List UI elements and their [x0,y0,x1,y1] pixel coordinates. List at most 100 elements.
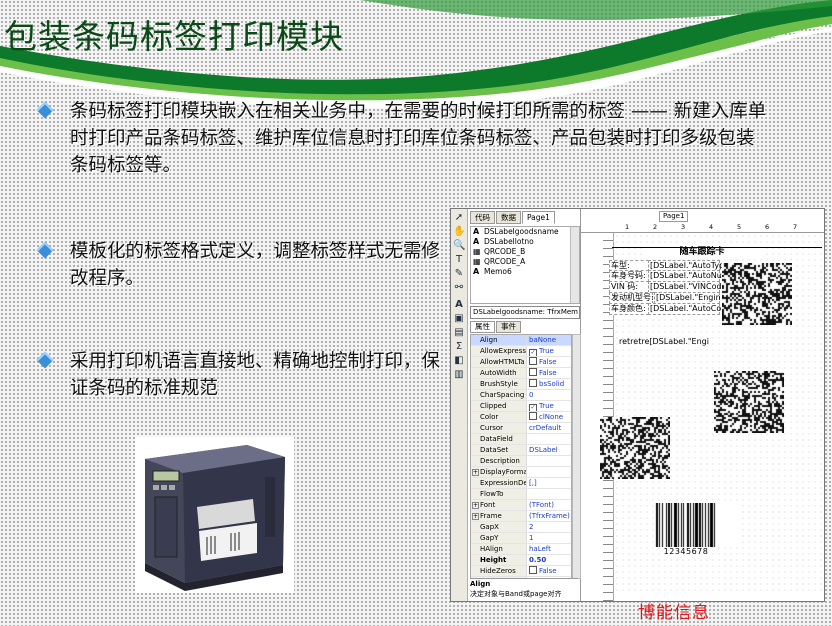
qrcode-image[interactable] [714,371,784,433]
property-value[interactable]: DSLabel [527,445,571,455]
property-value[interactable]: [,] [527,478,571,488]
property-row[interactable]: Cursor crDefault [471,423,571,434]
bullet-diamond-icon [36,351,54,369]
tree-item[interactable]: A DSLabellotno [471,237,579,247]
picture-tool-icon[interactable]: ▣ [453,313,465,325]
qrcode-image[interactable] [722,263,792,325]
tree-item[interactable]: ▦ QRCODE_A [471,257,579,267]
property-value[interactable]: 0.50 [527,555,571,565]
designer-toolbar: ➚ ✋ 🔍 T ✎ ⚯ A ▣ ▤ Σ ◧ ▥ [451,209,468,601]
property-value[interactable]: crDefault [527,423,571,433]
object-selector[interactable]: DSLabelgoodsname: TfrxMem [470,306,580,319]
bullet-diamond-icon [36,241,54,259]
property-value[interactable] [527,489,571,499]
checkbox-icon[interactable]: ✓ [529,404,537,411]
property-row[interactable]: Height 0.50 [471,555,571,566]
property-row[interactable]: + Frame (TfrxFrame) [471,511,571,522]
tab-events[interactable]: 事件 [496,321,521,333]
property-row[interactable]: ExpressionDe [,] [471,478,571,489]
bullet-text: 条码标签打印模块嵌入在相关业务中，在需要的时候打印所需的标签 —— 新建入库单时… [70,101,767,176]
expand-icon[interactable]: + [472,502,479,509]
property-name: AllowExpress [471,346,527,356]
property-name: FlowTo [471,489,527,499]
property-value[interactable]: False [527,566,571,576]
property-row[interactable]: GapX 2 [471,522,571,533]
card-border [612,247,822,248]
tree-item[interactable]: ▦ QRCODE_B [471,247,579,257]
ruler-tick-label: 5 [737,223,742,231]
checkbox-icon[interactable] [529,566,537,574]
property-row[interactable]: BrushStyle bsSolid [471,379,571,390]
property-row[interactable]: CharSpacing 0 [471,390,571,401]
property-row[interactable]: AllowExpress ✓ True [471,346,571,357]
tab-page1[interactable]: Page1 [522,211,555,224]
pointer-icon[interactable]: ➚ [453,212,465,224]
property-row[interactable]: Description [471,456,571,467]
tree-item[interactable]: A Memo6 [471,267,579,277]
sum-tool-icon[interactable]: Σ [453,341,465,353]
property-value[interactable]: False [527,368,571,378]
expand-icon[interactable]: + [472,513,479,520]
property-value[interactable]: (TfrxFrame) [527,511,571,521]
property-row[interactable]: Color clNone [471,412,571,423]
property-name: Description [471,456,527,466]
text-tool-icon[interactable]: T [453,254,465,266]
memo-field[interactable]: retretre[DSLabel."Engi [618,337,712,347]
qrcode-image[interactable] [600,417,670,479]
property-value[interactable]: ✓ True [527,401,571,411]
property-row[interactable]: FlowTo [471,489,571,500]
property-value[interactable]: bsSolid [527,379,571,389]
property-value[interactable] [527,467,571,477]
property-value[interactable]: 0 [527,390,571,400]
label-designer-window: ➚ ✋ 🔍 T ✎ ⚯ A ▣ ▤ Σ ◧ ▥ 代码 数据 Page1 A DSL… [450,208,825,602]
expand-icon[interactable]: + [472,469,479,476]
property-row[interactable]: Clipped ✓ True [471,401,571,412]
property-row[interactable]: HAlign haLeft [471,544,571,555]
zoom-icon[interactable]: 🔍 [453,240,465,252]
barcode-tool-icon[interactable]: ▥ [453,369,465,381]
property-value[interactable]: (TFont) [527,500,571,510]
bullet-text: 模板化的标签格式定义，调整标签样式无需修改程序。 [70,241,441,289]
link-icon[interactable]: ⚯ [453,282,465,294]
property-value[interactable]: False [527,357,571,367]
property-value[interactable] [527,456,571,466]
help-title: Align [470,580,491,588]
tree-item[interactable]: A DSLabelgoodsname [471,227,579,237]
property-value[interactable]: haLeft [527,544,571,554]
hand-icon[interactable]: ✋ [453,226,465,238]
property-row[interactable]: HideZeros False [471,566,571,577]
tab-data[interactable]: 数据 [496,211,521,224]
property-row[interactable]: AllowHTMLTa False [471,357,571,368]
checkbox-icon[interactable] [529,368,537,376]
memo-tool-icon[interactable]: A [453,299,465,311]
slide-title: 包装条码标签打印模块 [4,17,344,56]
field-value[interactable]: [DSLabel."AutoColor [648,303,732,315]
brush-icon[interactable]: ✎ [453,268,465,280]
property-scrollbar[interactable] [572,334,581,579]
property-row[interactable]: + Font (TFont) [471,500,571,511]
tab-properties[interactable]: 属性 [470,321,495,333]
checkbox-icon[interactable]: ✓ [529,349,537,356]
tree-scrollbar[interactable] [570,227,579,303]
property-row[interactable]: GapY 1 [471,533,571,544]
property-row[interactable]: + DisplayForma [471,467,571,478]
property-value[interactable]: 2 [527,522,571,532]
property-value[interactable]: 1 [527,533,571,543]
property-row[interactable]: AutoWidth False [471,368,571,379]
page-tab[interactable]: Page1 [659,211,689,222]
property-value[interactable]: clNone [527,412,571,422]
property-name: ExpressionDe [471,478,527,488]
property-row[interactable]: DataSet DSLabel [471,445,571,456]
field-label[interactable]: 车身颜色: [609,303,649,315]
property-row[interactable]: DataField [471,434,571,445]
checkbox-icon[interactable] [529,357,537,365]
shape-tool-icon[interactable]: ◧ [453,355,465,367]
band-tool-icon[interactable]: ▤ [453,327,465,339]
barcode-image[interactable] [654,503,738,547]
property-row[interactable]: Align baNone [471,335,571,346]
property-name: AutoWidth [471,368,527,378]
property-value[interactable]: ✓ True [527,346,571,356]
property-value[interactable]: baNone [527,335,571,345]
tab-code[interactable]: 代码 [470,211,495,224]
property-value[interactable] [527,434,571,444]
